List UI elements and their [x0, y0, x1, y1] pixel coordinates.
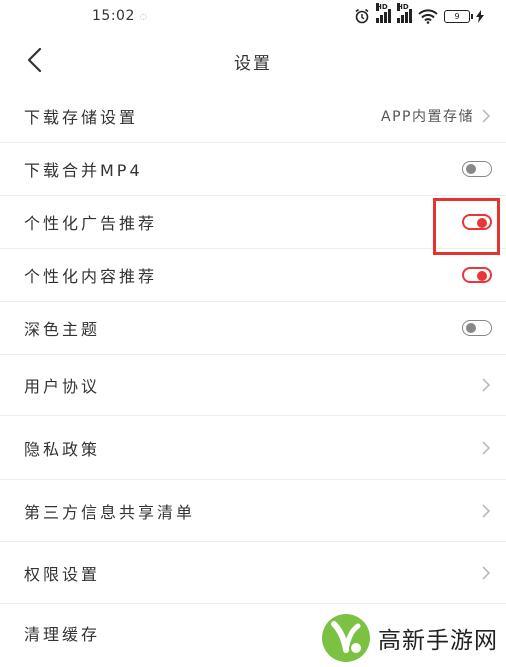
status-icons: HD HD 9 — [354, 3, 484, 26]
setting-row-privacy-policy[interactable]: 隐私政策 — [0, 416, 506, 480]
chevron-right-icon — [482, 440, 491, 455]
chevron-right-icon — [482, 109, 491, 123]
setting-label: 清理缓存 — [24, 625, 101, 644]
battery-level: 9 — [454, 11, 460, 21]
signal-2-icon: HD — [397, 3, 412, 23]
signal-1-icon: HD — [376, 3, 391, 23]
setting-label: 用户协议 — [24, 377, 101, 396]
charging-icon — [476, 9, 484, 23]
setting-label: 下载存储设置 — [24, 108, 139, 127]
personalized-content-toggle[interactable] — [462, 267, 492, 283]
wifi-icon — [418, 8, 438, 24]
status-time: 15:02 — [92, 8, 135, 24]
dark-theme-toggle[interactable] — [462, 320, 492, 336]
setting-value: APP内置存储 — [381, 109, 474, 125]
setting-row-third-party-sharing[interactable]: 第三方信息共享清单 — [0, 480, 506, 542]
watermark: 高新手游网 — [320, 612, 498, 664]
watermark-logo-icon — [322, 614, 370, 662]
settings-list: 下载存储设置 APP内置存储 下载合并MP4 个性化广告推荐 个性化内容推荐 深… — [0, 90, 506, 662]
setting-label: 下载合并MP4 — [24, 161, 143, 180]
setting-label: 第三方信息共享清单 — [24, 502, 196, 522]
setting-row-dark-theme: 深色主题 — [0, 302, 506, 355]
alarm-icon — [355, 8, 369, 24]
chevron-right-icon — [482, 378, 491, 392]
setting-row-user-agreement[interactable]: 用户协议 — [0, 355, 506, 416]
status-bar: 15:02 ◌ HD HD 9 — [0, 0, 506, 32]
setting-row-personalized-ads: 个性化广告推荐 — [0, 196, 506, 249]
setting-row-personalized-content: 个性化内容推荐 — [0, 249, 506, 302]
nav-bar: 设置 — [0, 36, 506, 86]
hd-label-2: HD — [397, 3, 409, 11]
setting-label: 深色主题 — [24, 320, 101, 339]
merge-mp4-toggle[interactable] — [462, 161, 492, 177]
page-title: 设置 — [234, 54, 272, 74]
setting-row-permissions[interactable]: 权限设置 — [0, 542, 506, 604]
hd-label: HD — [376, 3, 388, 11]
setting-label: 个性化内容推荐 — [24, 267, 158, 286]
watermark-text: 高新手游网 — [378, 628, 498, 654]
setting-label: 个性化广告推荐 — [24, 214, 158, 233]
battery-icon: 9 — [444, 9, 473, 23]
setting-row-download-storage[interactable]: 下载存储设置 APP内置存储 — [0, 90, 506, 143]
chevron-right-icon — [482, 503, 491, 518]
setting-label: 隐私政策 — [24, 439, 101, 459]
setting-label: 权限设置 — [24, 564, 101, 584]
chevron-right-icon — [482, 565, 491, 580]
highlight-annotation — [433, 198, 500, 255]
notification-dot-icon: ◌ — [140, 12, 147, 21]
setting-row-merge-mp4: 下载合并MP4 — [0, 143, 506, 196]
